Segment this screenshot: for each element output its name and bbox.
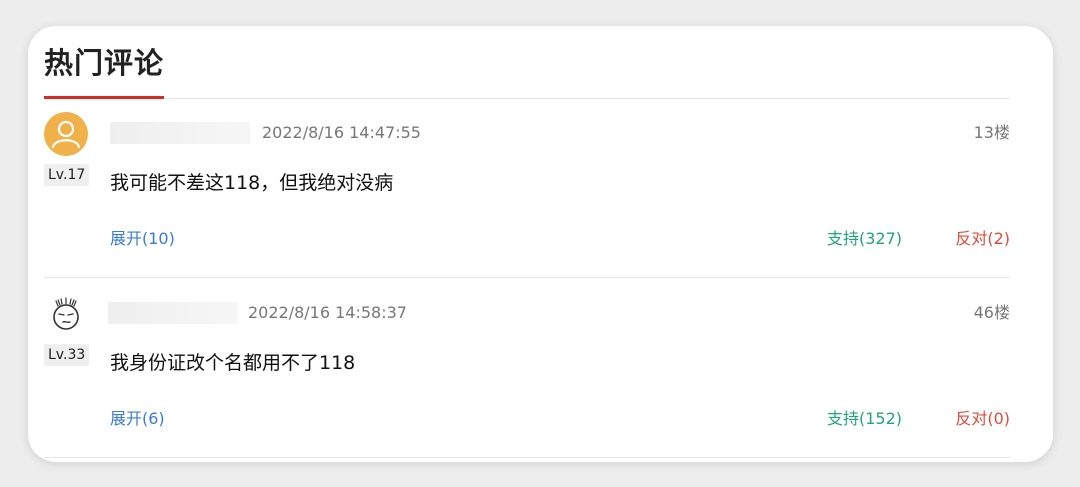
- title-underline: [44, 96, 164, 99]
- username-redacted: [110, 122, 250, 144]
- doodle-face-avatar-icon[interactable]: [44, 292, 88, 336]
- default-user-avatar-icon[interactable]: [44, 112, 88, 156]
- expand-replies-link[interactable]: 展开(10): [110, 228, 175, 250]
- username-redacted: [108, 302, 238, 324]
- section-title: 热门评论: [44, 46, 165, 80]
- oppose-button[interactable]: 反对(0): [955, 408, 1010, 430]
- comment-item: Lv.17 2022/8/16 14:47:55 13楼 我可能不差这118，但…: [44, 112, 1010, 278]
- comment-floor: 13楼: [973, 123, 1010, 142]
- comment-text: 我身份证改个名都用不了118: [110, 352, 356, 374]
- user-level-badge: Lv.33: [44, 344, 90, 366]
- comment-time: 2022/8/16 14:47:55: [262, 123, 421, 142]
- comment-time: 2022/8/16 14:58:37: [248, 303, 407, 322]
- support-button[interactable]: 支持(327): [827, 228, 902, 250]
- comment-item: Lv.33 2022/8/16 14:58:37 46楼 我身份证改个名都用不了…: [44, 292, 1010, 458]
- hot-comments-card: 热门评论 Lv.17 2022/8/16 14:47:55 13楼 我可能不差这…: [28, 26, 1053, 462]
- comment-text: 我可能不差这118，但我绝对没病: [110, 172, 394, 194]
- expand-replies-link[interactable]: 展开(6): [110, 408, 165, 430]
- comment-floor: 46楼: [973, 303, 1010, 322]
- support-button[interactable]: 支持(152): [827, 408, 902, 430]
- user-level-badge: Lv.17: [44, 164, 90, 186]
- oppose-button[interactable]: 反对(2): [955, 228, 1010, 250]
- section-header: 热门评论: [44, 38, 1010, 99]
